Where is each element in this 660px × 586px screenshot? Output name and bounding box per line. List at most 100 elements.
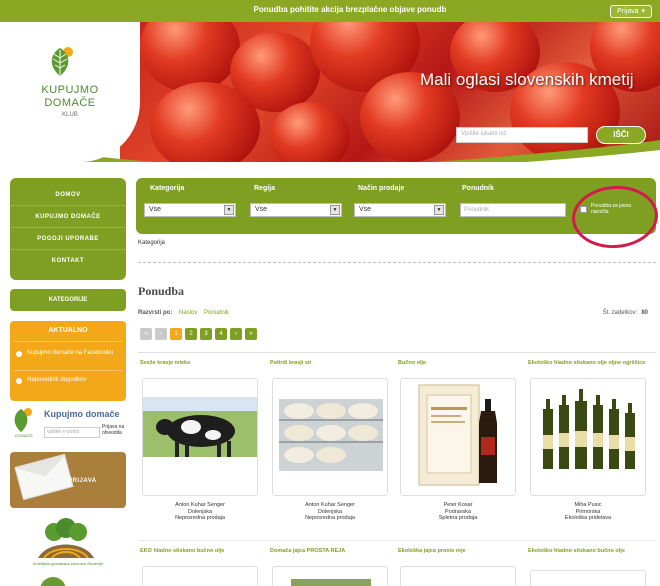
last-page-button[interactable]: » (245, 328, 257, 340)
product-image-preview (291, 579, 371, 586)
next-page-button[interactable]: › (230, 328, 242, 340)
second-sponsor-logo-icon[interactable] (40, 577, 66, 586)
header: KUPUJMO DOMAČE KLUB Mali oglasi slovensk… (0, 22, 660, 162)
filter-label-sale-method: Način prodaje (358, 185, 405, 192)
product-image[interactable] (400, 566, 516, 586)
divider (14, 341, 122, 342)
page-4-button[interactable]: 4 (215, 328, 227, 340)
page-2-button[interactable]: 2 (185, 328, 197, 340)
sale-method-select-value: Vse (359, 206, 372, 213)
search-input[interactable]: Vpišite iskalni niz (456, 127, 588, 143)
oil-bottle-image (401, 379, 515, 495)
logo-text-line1: KUPUJMO (41, 84, 99, 96)
results-count-value: 80 (641, 310, 648, 316)
login-button[interactable]: Prijava ▾ (610, 5, 652, 18)
sort-by-title-link[interactable]: Naslov (179, 310, 197, 316)
sponsor-text: Kmetijsko gozdarska zbornica Slovenije (32, 561, 104, 566)
news-item-label: Kupujmo domače na Facebooku (27, 350, 114, 356)
breadcrumb[interactable]: Kategorija (138, 240, 165, 246)
sort-row: Razvrsti po: Naslov Ponudnik (138, 310, 234, 316)
newsletter-title: Kupujmo domače (44, 409, 120, 419)
product-image-cheese[interactable] (272, 378, 388, 496)
cow-image (143, 379, 257, 495)
nav-item-home[interactable]: DOMOV (10, 184, 126, 206)
region-select[interactable]: Vse ▼ (250, 203, 342, 217)
product-image-milk[interactable] (142, 378, 258, 496)
oil-bottles-image (531, 379, 645, 495)
nav-item-terms[interactable]: POGOJI UPORABE (10, 228, 126, 250)
page-title: Ponudba (138, 284, 185, 298)
product-title[interactable]: Ekološka jajca proste reje (398, 548, 518, 555)
product-image[interactable] (530, 570, 646, 586)
news-item-events[interactable]: Napovednik dogodkov (16, 376, 124, 384)
product-description: Miha Pusic Primorska Ekološka pridelava (528, 502, 648, 522)
category-select-value: Vse (149, 206, 162, 213)
chevron-down-icon: ▼ (330, 205, 340, 215)
product-image[interactable] (142, 566, 258, 586)
bullet-icon (16, 351, 22, 357)
top-bar: Ponudba pohitite akcija brezplačne objav… (0, 0, 660, 22)
sale-method: Ekološka pridelava (564, 515, 612, 521)
promo-text[interactable]: Ponudba pohitite akcija brezplačne objav… (200, 5, 500, 14)
product-image-rapeseed-oil[interactable] (530, 378, 646, 496)
region-select-value: Vse (255, 206, 268, 213)
envelope-icon (14, 453, 74, 501)
search-button[interactable]: IŠČI (596, 126, 646, 144)
news-box-title: AKTUALNO (48, 327, 88, 334)
logo-text-line3: KLUB (62, 112, 78, 118)
leaf-logo-icon (51, 47, 73, 76)
newsletter-email-field[interactable]: vpišite e-pošto (44, 427, 100, 438)
chevron-down-icon: ▼ (434, 205, 444, 215)
pagination: « ‹ 1 2 3 4 › » (140, 328, 257, 340)
prev-page-button[interactable]: ‹ (155, 328, 167, 340)
chevron-down-icon: ▾ (641, 8, 645, 15)
product-title[interactable]: Ekološko hladno stiskano olje oljne ogrš… (528, 360, 652, 367)
divider (138, 352, 656, 353)
login-banner-label: PRIJAVA (68, 478, 97, 484)
kupujmo-domace-logo-icon (14, 408, 32, 432)
news-item-facebook[interactable]: Kupujmo domače na Facebooku (16, 349, 124, 357)
product-description: Anton Kuhar Senger Dolenjska Neposredna … (140, 502, 260, 522)
provider-input[interactable]: Ponudnik (460, 203, 566, 217)
product-title[interactable]: Bučno olje (398, 360, 518, 367)
categories-button[interactable]: KATEGORIJE (10, 289, 126, 311)
divider (138, 262, 656, 263)
product-title[interactable]: Ekološko hladno stiskano bučno olje (528, 548, 652, 555)
results-count: Št. zadetkov: 80 (603, 310, 648, 316)
page-1-button[interactable]: 1 (170, 328, 182, 340)
login-banner[interactable]: PRIJAVA (10, 452, 126, 508)
logo-text-line2: DOMAČE (44, 97, 96, 109)
site-tagline: Mali oglasi slovenskih kmetij (420, 70, 634, 89)
sort-by-provider-link[interactable]: Ponudnik (204, 310, 229, 316)
product-description: Peter Kosar Podravska Spletna prodaja (398, 502, 518, 522)
newsletter-note: Prijava na obvestila (102, 424, 125, 436)
page-3-button[interactable]: 3 (200, 328, 212, 340)
sale-method: Spletna prodaja (438, 515, 478, 521)
cheese-image (273, 379, 387, 495)
product-title[interactable]: Poltrdi kravji sir (270, 360, 390, 367)
mini-logo-text: DOMAČE (15, 433, 33, 438)
sale-method: Neposredna prodaja (175, 515, 225, 521)
filter-label-region: Regija (254, 185, 276, 192)
sponsor-logo-icon[interactable] (34, 518, 98, 558)
nav-item-kupujmo-domace[interactable]: KUPUJMO DOMAČE (10, 206, 126, 228)
news-item-label: Napovednik dogodkov (27, 377, 87, 383)
sidebar-nav: DOMOV KUPUJMO DOMAČE POGOJI UPORABE KONT… (10, 178, 126, 280)
filter-label-provider: Ponudnik (462, 185, 494, 192)
product-image-pumpkin-oil[interactable] (400, 378, 516, 496)
chevron-down-icon: ▼ (224, 205, 234, 215)
news-box: AKTUALNO Kupujmo domače na Facebooku Nap… (10, 321, 126, 401)
divider (138, 540, 656, 541)
sale-method-select[interactable]: Vse ▼ (354, 203, 446, 217)
login-button-label: Prijava (617, 8, 639, 15)
nav-item-contact[interactable]: KONTAKT (10, 250, 126, 272)
product-title[interactable]: Domača jajca PROSTA REJA (270, 548, 390, 555)
first-page-button[interactable]: « (140, 328, 152, 340)
category-select[interactable]: Vse ▼ (144, 203, 236, 217)
logo[interactable]: KUPUJMO DOMAČE KLUB (0, 22, 140, 162)
product-title[interactable]: EKO hladno stiskano bučno olje (140, 548, 260, 555)
product-description: Anton Kuhar Senger Dolenjska Neposredna … (270, 502, 390, 522)
results-count-label: Št. zadetkov: (602, 310, 638, 316)
product-image[interactable] (272, 566, 388, 586)
product-title[interactable]: Sveže kravje mleko (140, 360, 260, 367)
